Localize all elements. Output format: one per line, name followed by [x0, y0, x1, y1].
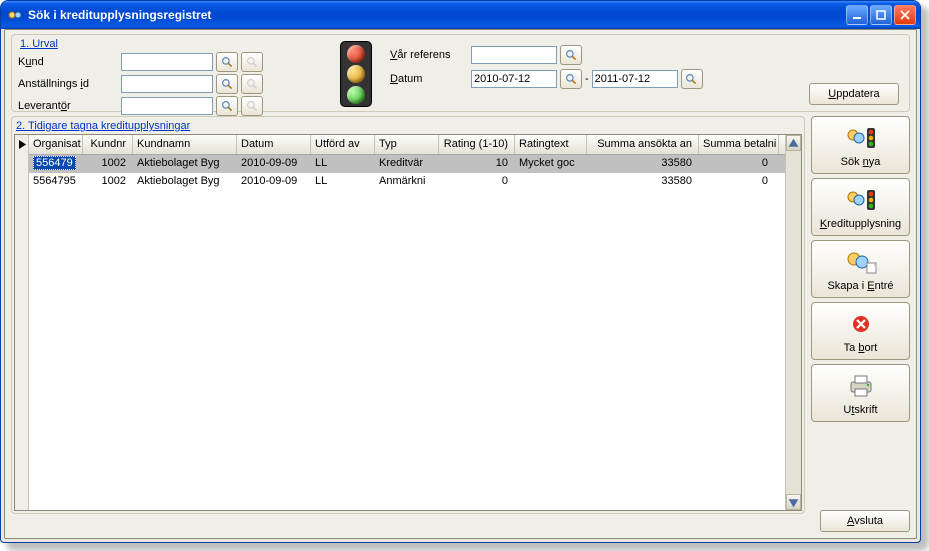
record-indicator	[15, 153, 29, 171]
delete-icon	[851, 309, 871, 339]
grid-panel: 2. Tidigare tagna kreditupplysningar Org…	[11, 116, 805, 514]
kund-clear-button[interactable]	[241, 52, 263, 72]
record-indicator	[15, 135, 29, 153]
results-grid[interactable]: OrganisatKundnrKundnamnDatumUtförd avTyp…	[14, 134, 802, 511]
action-column: Sök nya Kreditupplysning Skapa i Entré	[811, 116, 910, 514]
app-window: Sök i kreditupplysningsregistret 1. Urva…	[0, 0, 921, 543]
cell	[515, 173, 587, 191]
printer-icon	[847, 371, 875, 401]
table-row[interactable]: 55647951002Aktiebolaget Byg2010-09-09LLA…	[29, 173, 785, 191]
cell: 5564795	[29, 173, 83, 191]
datum-from-picker-button[interactable]	[560, 69, 582, 89]
cell: 2010-09-09	[237, 173, 311, 191]
column-header[interactable]: Ratingtext	[515, 135, 587, 154]
maximize-button[interactable]	[870, 5, 892, 25]
scroll-down-button[interactable]	[786, 494, 801, 510]
grid-heading: 2. Tidigare tagna kreditupplysningar	[16, 120, 802, 132]
close-button[interactable]	[894, 5, 916, 25]
urval-panel: 1. Urval Kund Anställnings id Leverantör	[11, 34, 910, 112]
client-area: 1. Urval Kund Anställnings id Leverantör	[4, 29, 917, 539]
light-amber	[347, 65, 365, 83]
kreditupplysning-icon	[844, 185, 878, 215]
cell: 10	[439, 155, 515, 173]
grid-header[interactable]: OrganisatKundnrKundnamnDatumUtförd avTyp…	[29, 135, 785, 155]
light-green	[347, 86, 365, 104]
column-header[interactable]: Utförd av	[311, 135, 375, 154]
window-title: Sök i kreditupplysningsregistret	[28, 8, 846, 22]
cell: 2010-09-09	[237, 155, 311, 173]
kreditupplysning-button[interactable]: Kreditupplysning	[811, 178, 910, 236]
cell: Anmärkni	[375, 173, 439, 191]
column-header[interactable]: Summa betalni	[699, 135, 779, 154]
column-header[interactable]: Kundnr	[83, 135, 133, 154]
cell: 0	[699, 173, 779, 191]
cell: Aktiebolaget Byg	[133, 155, 237, 173]
column-header[interactable]: Kundnamn	[133, 135, 237, 154]
scroll-track[interactable]	[786, 151, 801, 494]
app-icon	[7, 7, 23, 23]
window-controls	[846, 5, 916, 25]
table-row[interactable]: 5564791002Aktiebolaget Byg2010-09-09LLKr…	[29, 155, 785, 173]
skapa-entre-icon	[844, 247, 878, 277]
avsluta-button[interactable]: Avsluta	[820, 510, 910, 532]
column-header[interactable]: Datum	[237, 135, 311, 154]
kund-search-button[interactable]	[216, 52, 238, 72]
cell: 33580	[587, 173, 699, 191]
datum-from-input[interactable]	[471, 70, 557, 88]
anstallningsid-search-button[interactable]	[216, 74, 238, 94]
datum-to-picker-button[interactable]	[681, 69, 703, 89]
leverantor-search-button[interactable]	[216, 96, 238, 116]
sok-nya-button[interactable]: Sök nya	[811, 116, 910, 174]
leverantor-label: Leverantör	[18, 100, 118, 112]
kund-input[interactable]	[121, 53, 213, 71]
uppdatera-button[interactable]: Uppdatera	[809, 83, 899, 105]
sok-nya-icon	[844, 123, 878, 153]
cell: Kreditvär	[375, 155, 439, 173]
vertical-scrollbar[interactable]	[785, 135, 801, 510]
cell: 556479	[29, 155, 83, 173]
cell: LL	[311, 173, 375, 191]
anstallningsid-label: Anställnings id	[18, 78, 118, 90]
varreferens-input[interactable]	[471, 46, 557, 64]
cell: 1002	[83, 155, 133, 173]
datum-separator: -	[585, 73, 589, 85]
scroll-up-button[interactable]	[786, 135, 801, 151]
kund-label: Kund	[18, 56, 118, 68]
anstallningsid-clear-button[interactable]	[241, 74, 263, 94]
column-header[interactable]: Rating (1-10)	[439, 135, 515, 154]
cell: 33580	[587, 155, 699, 173]
traffic-light-icon	[340, 41, 372, 107]
cell: 0	[439, 173, 515, 191]
column-header[interactable]: Typ	[375, 135, 439, 154]
grid-body[interactable]: 5564791002Aktiebolaget Byg2010-09-09LLKr…	[29, 155, 785, 510]
column-header[interactable]: Summa ansökta an	[587, 135, 699, 154]
anstallningsid-input[interactable]	[121, 75, 213, 93]
cell: 0	[699, 155, 779, 173]
titlebar: Sök i kreditupplysningsregistret	[1, 1, 920, 29]
cell: Mycket goc	[515, 155, 587, 173]
column-header[interactable]: Organisat	[29, 135, 83, 154]
skapa-entre-button[interactable]: Skapa i Entré	[811, 240, 910, 298]
cell: Aktiebolaget Byg	[133, 173, 237, 191]
record-selector-column	[15, 135, 29, 510]
minimize-button[interactable]	[846, 5, 868, 25]
cell: 1002	[83, 173, 133, 191]
leverantor-input[interactable]	[121, 97, 213, 115]
utskrift-button[interactable]: Utskrift	[811, 364, 910, 422]
leverantor-clear-button[interactable]	[241, 96, 263, 116]
cell: LL	[311, 155, 375, 173]
datum-to-input[interactable]	[592, 70, 678, 88]
varreferens-search-button[interactable]	[560, 45, 582, 65]
light-red	[347, 45, 365, 63]
ta-bort-button[interactable]: Ta bort	[811, 302, 910, 360]
varreferens-label: Vår referens	[390, 49, 468, 61]
datum-label: Datum	[390, 73, 468, 85]
